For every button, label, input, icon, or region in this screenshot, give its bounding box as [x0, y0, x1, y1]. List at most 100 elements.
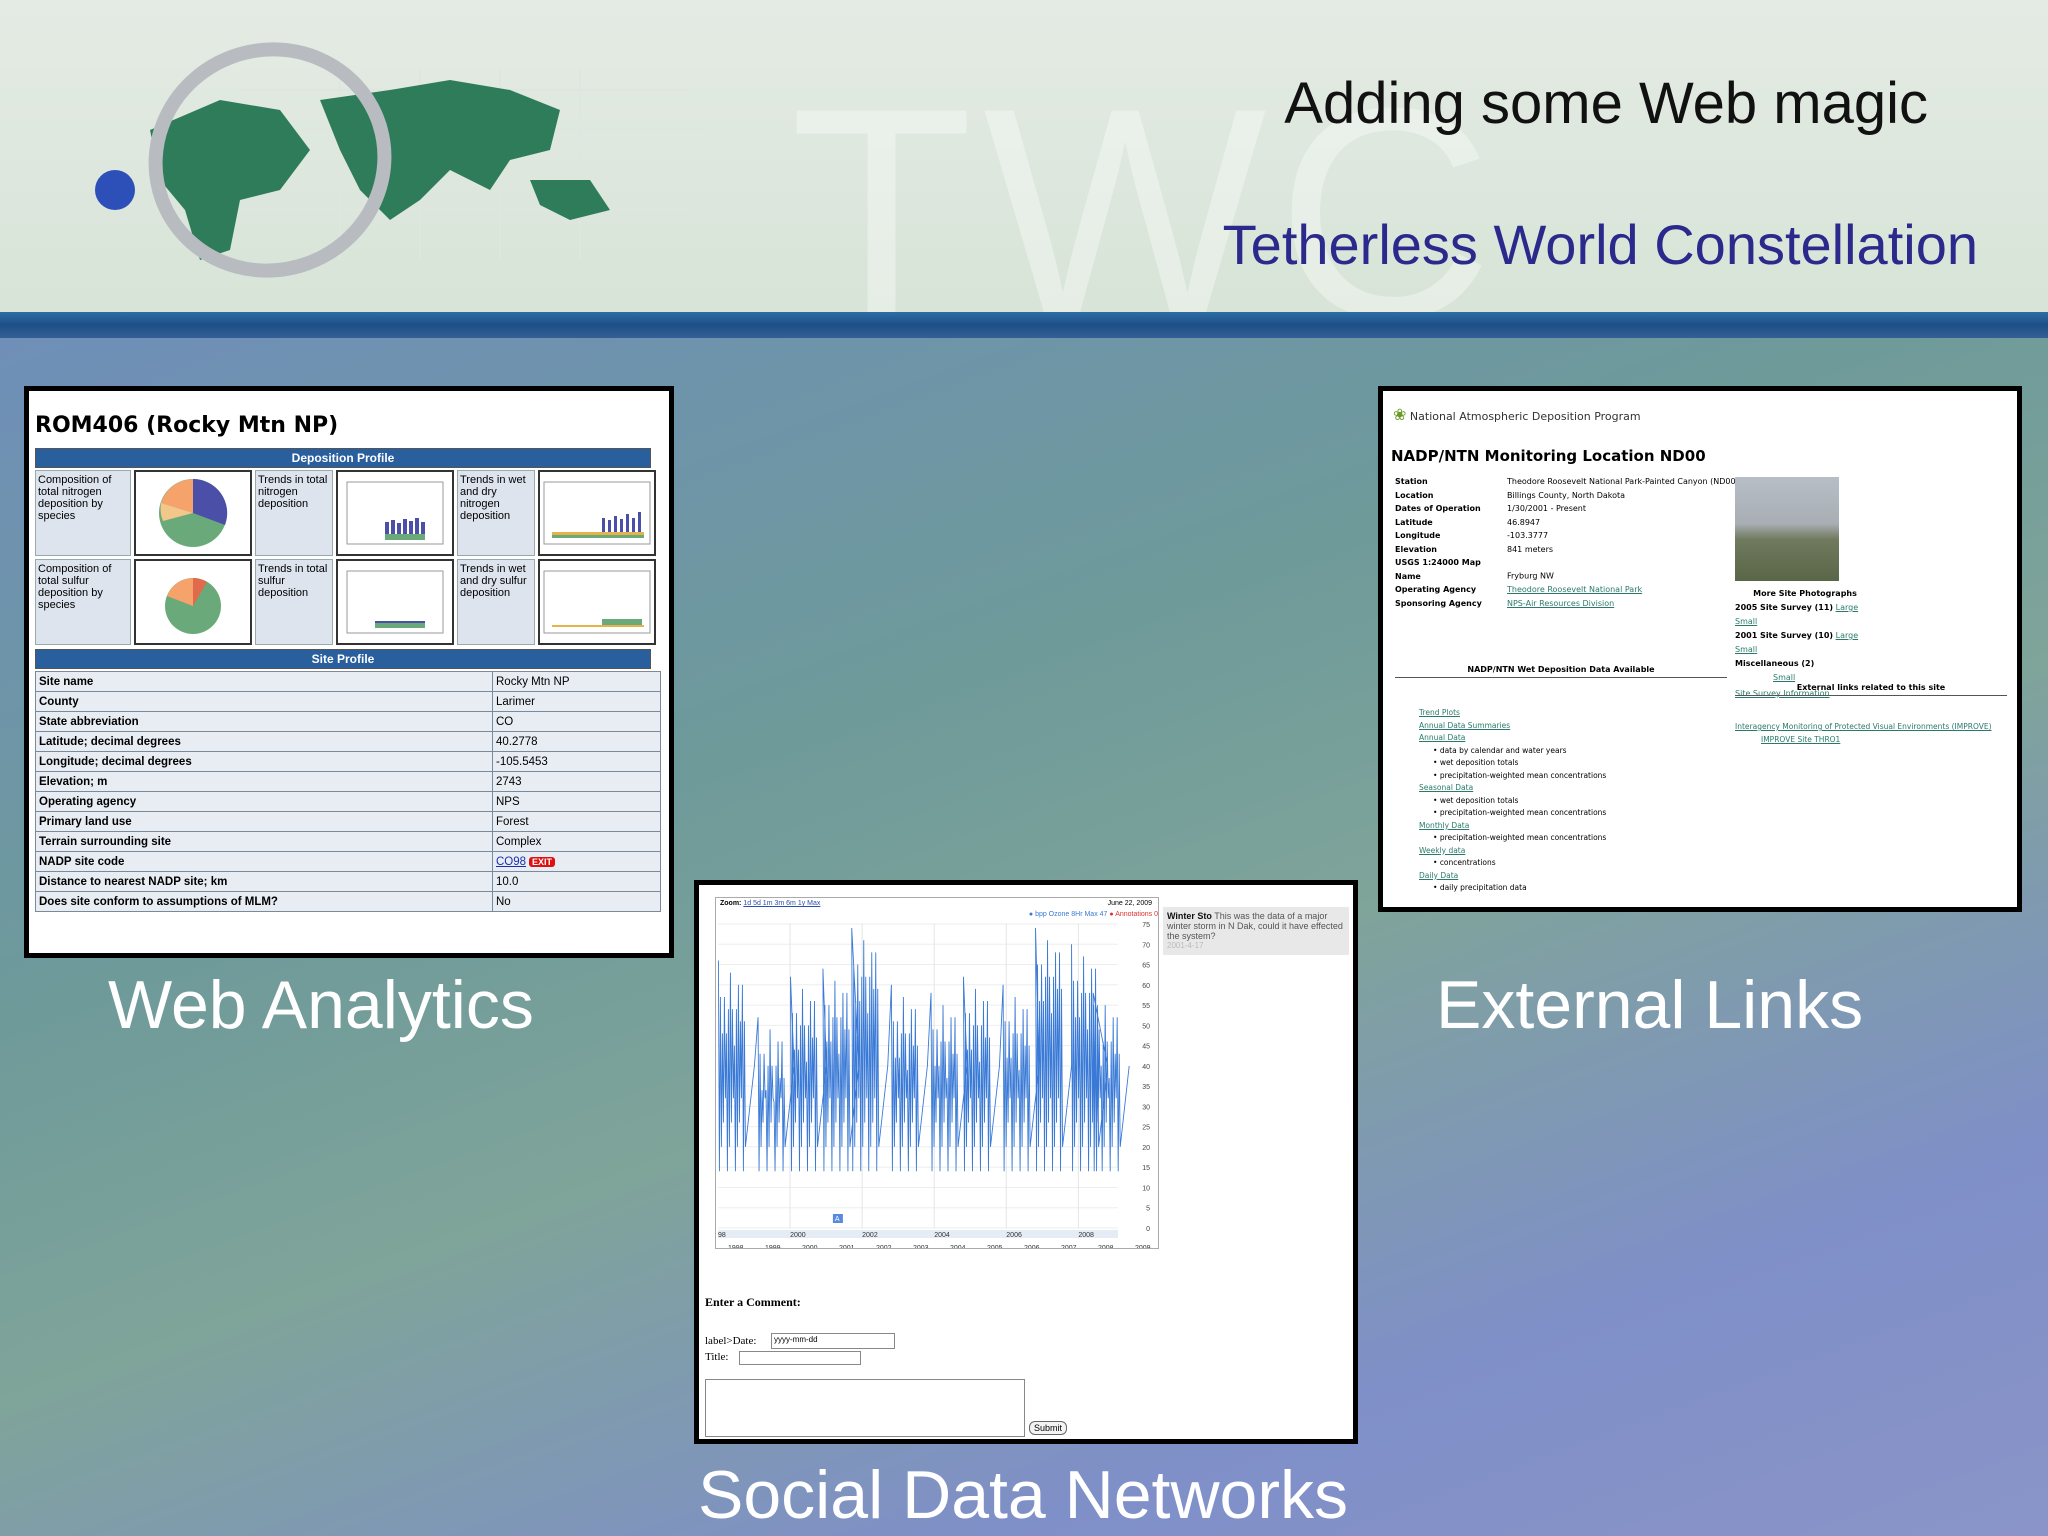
large-link[interactable]: Large	[1836, 603, 1859, 612]
x-axis-band	[718, 1230, 1118, 1238]
pie-chart-icon	[165, 578, 221, 634]
nitrogen-trend-thumbnail[interactable]	[336, 470, 454, 556]
improve-site-link[interactable]: IMPROVE Site THRO1	[1735, 734, 1992, 747]
table-row: Primary land use Forest	[35, 811, 661, 832]
list-item[interactable]: Weekly data	[1419, 845, 1606, 858]
table-row: NADP site code CO98 EXIT	[35, 851, 661, 872]
y-tick-label: 5	[1146, 1206, 1150, 1213]
sulfur-pie-thumbnail[interactable]	[134, 559, 252, 645]
nadp-site-code-link[interactable]: CO98	[496, 856, 526, 868]
site-profile-header: Site Profile	[35, 649, 651, 669]
large-link[interactable]: Large	[1836, 631, 1859, 640]
title-label: Title:	[705, 1351, 729, 1363]
nitrogen-pie-thumbnail[interactable]	[134, 470, 252, 556]
list-item[interactable]: Annual Data	[1419, 732, 1606, 745]
table-row: County Larimer	[35, 691, 661, 712]
table-row: Does site conform to assumptions of MLM?…	[35, 891, 661, 912]
caption-web-analytics: Web Analytics	[108, 967, 534, 1043]
y-tick-label: 15	[1142, 1165, 1150, 1172]
nitrogen-wetdry-thumbnail[interactable]	[538, 470, 656, 556]
small-link[interactable]: Small	[1735, 617, 1757, 626]
station-info: Station Theodore Roosevelt National Park-…	[1395, 477, 1739, 608]
bar-chart-icon	[346, 481, 444, 545]
date-label: label>Date:	[705, 1335, 757, 1347]
range-tick-label: 2001	[839, 1245, 855, 1248]
pie-chart-icon	[159, 478, 228, 547]
y-tick-label: 75	[1142, 922, 1150, 929]
list-item: • daily precipitation data	[1433, 883, 1527, 892]
site-title: ROM406 (Rocky Mtn NP)	[35, 413, 339, 438]
wet-deposition-header: NADP/NTN Wet Deposition Data Available	[1395, 665, 1727, 678]
table-row: Operating agency NPS	[35, 791, 661, 812]
y-tick-label: 30	[1142, 1104, 1150, 1111]
leaf-icon: ❀	[1393, 405, 1407, 424]
nadp-header: ❀ National Atmospheric Deposition Progra…	[1393, 405, 1641, 424]
improve-link[interactable]: Interagency Monitoring of Protected Visu…	[1735, 721, 1992, 734]
wet-data-list: Trend Plots Annual Data Summaries Annual…	[1419, 707, 1606, 895]
table-row: Longitude; decimal degrees -105.5453	[35, 751, 661, 772]
list-item[interactable]: Annual Data Summaries	[1419, 720, 1606, 733]
social-data-screenshot: Zoom: 1d 5d 1m 3m 6m 1y Max June 22, 200…	[694, 880, 1358, 1444]
location-title: NADP/NTN Monitoring Location ND00	[1391, 447, 1706, 465]
comment-label: Enter a Comment:	[705, 1295, 801, 1309]
operating-agency-link[interactable]: Theodore Roosevelt National Park	[1507, 585, 1642, 594]
list-item: • data by calendar and water years	[1433, 745, 1567, 755]
y-tick-label: 70	[1142, 942, 1150, 949]
y-tick-label: 45	[1142, 1044, 1150, 1051]
slide-subtitle: Tetherless World Constellation	[1222, 213, 1978, 276]
site-profile-table: Site name Rocky Mtn NP County Larimer Stat…	[35, 671, 661, 912]
bar-chart-icon	[543, 570, 651, 634]
range-tick-label: 2009	[1135, 1245, 1151, 1248]
small-link[interactable]: Small	[1735, 645, 1757, 654]
annotation-card[interactable]: Winter Sto This was the data of a major …	[1163, 907, 1349, 955]
title-field[interactable]	[739, 1351, 861, 1365]
external-link-list: Interagency Monitoring of Protected Visu…	[1735, 721, 1992, 746]
site-photo[interactable]	[1735, 477, 1839, 581]
list-item[interactable]: Seasonal Data	[1419, 782, 1606, 795]
sulfur-trend-thumbnail[interactable]	[336, 559, 454, 645]
y-tick-label: 20	[1142, 1145, 1150, 1152]
table-row: Latitude; decimal degrees 40.2778	[35, 731, 661, 752]
annotation-date: 2001-4-17	[1167, 941, 1204, 950]
y-tick-label: 10	[1142, 1185, 1150, 1192]
y-tick-label: 65	[1142, 963, 1150, 970]
dep-label: Trends in wet and dry sulfur deposition	[457, 559, 535, 645]
y-tick-label: 35	[1142, 1084, 1150, 1091]
y-tick-label: 50	[1142, 1023, 1150, 1030]
external-links-header: External links related to this site	[1735, 683, 2007, 696]
twc-globe-logo	[95, 42, 710, 278]
list-item: • precipitation-weighted mean concentrat…	[1433, 833, 1607, 842]
annotation-title: Winter Sto	[1167, 911, 1212, 921]
web-analytics-screenshot: ROM406 (Rocky Mtn NP) Deposition Profile…	[24, 386, 674, 958]
slide-title: Adding some Web magic	[1284, 71, 1928, 136]
y-tick-label: 55	[1142, 1003, 1150, 1010]
x-tick-label: 98	[718, 1232, 726, 1239]
comment-textarea[interactable]	[705, 1379, 1025, 1437]
caption-external-links: External Links	[1436, 967, 1864, 1043]
range-tick-label: 2008	[1098, 1245, 1114, 1248]
program-name: National Atmospheric Deposition Program	[1409, 410, 1641, 423]
list-item[interactable]: Daily Data	[1419, 870, 1606, 883]
bar-chart-icon	[346, 570, 444, 634]
range-tick-label: 2007	[1061, 1245, 1077, 1248]
range-tick-label: 2005	[987, 1245, 1003, 1248]
y-tick-label: 0	[1146, 1226, 1150, 1233]
range-tick-label: 2002	[876, 1245, 892, 1248]
sulfur-wetdry-thumbnail[interactable]	[538, 559, 656, 645]
sponsoring-agency-link[interactable]: NPS-Air Resources Division	[1507, 599, 1614, 608]
list-item[interactable]: Trend Plots	[1419, 707, 1606, 720]
dep-label: Trends in total sulfur deposition	[255, 559, 333, 645]
small-link[interactable]: Small	[1773, 673, 1795, 682]
table-row: Site name Rocky Mtn NP	[35, 671, 661, 692]
ozone-chart[interactable]: Zoom: 1d 5d 1m 3m 6m 1y Max June 22, 200…	[715, 897, 1159, 1249]
date-field[interactable]: yyyy-mm-dd	[771, 1333, 895, 1349]
list-item[interactable]: Monthly Data	[1419, 820, 1606, 833]
y-tick-label: 25	[1142, 1125, 1150, 1132]
x-tick-label: 2000	[790, 1232, 806, 1239]
dep-label: Composition of total nitrogen deposition…	[35, 470, 131, 556]
submit-button[interactable]: Submit	[1029, 1421, 1068, 1435]
dep-label: Trends in total nitrogen deposition	[255, 470, 333, 556]
range-tick-label: 2004	[950, 1245, 966, 1248]
table-row: State abbreviation CO	[35, 711, 661, 732]
list-item: • concentrations	[1433, 858, 1496, 867]
